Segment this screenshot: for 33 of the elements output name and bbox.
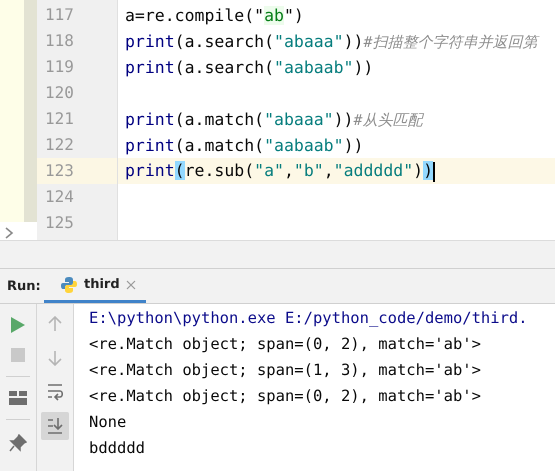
pin-icon[interactable] (9, 434, 27, 452)
run-icon[interactable] (10, 316, 26, 334)
line-number: 123 (37, 158, 117, 184)
python-icon (60, 276, 78, 294)
up-arrow-icon[interactable] (47, 315, 63, 333)
line-number: 117 (44, 4, 75, 26)
console-line: <re.Match object; span=(0, 2), match='ab'> (89, 386, 482, 407)
scroll-to-end-button[interactable] (41, 412, 69, 440)
down-arrow-icon[interactable] (47, 349, 63, 367)
line-number: 122 (44, 134, 75, 156)
code-line: print(re.sub("a","b","addddd")) (125, 161, 436, 182)
line-number: 124 (44, 186, 75, 208)
console-line: None (89, 412, 128, 433)
run-label: Run: (6, 278, 42, 294)
console-line: <re.Match object; span=(1, 3), match='ab'> (89, 360, 482, 381)
line-number: 125 (44, 212, 75, 234)
console-line: bddddd (89, 438, 146, 459)
chevron-right-icon[interactable] (4, 227, 14, 239)
code-line: print(a.search("abaaa"))#扫描整个字符串并返回第 (125, 32, 538, 52)
console-line: E:\python\python.exe E:/python_code/demo/third. (89, 308, 529, 329)
line-number: 120 (44, 82, 75, 104)
line-number: 118 (44, 30, 75, 52)
scroll-to-end-icon[interactable] (47, 417, 63, 435)
code-line: a=re.compile("ab") (125, 6, 304, 26)
line-number: 121 (44, 108, 75, 130)
line-number: 119 (44, 56, 75, 78)
code-line: print(a.match("aabaab")) (125, 136, 364, 156)
console-line: <re.Match object; span=(0, 2), match='ab'> (89, 334, 482, 355)
code-line: print(a.match("abaaa"))#从头匹配 (125, 110, 423, 130)
code-line: print(a.search("aabaab")) (125, 58, 374, 78)
close-icon[interactable] (126, 280, 136, 290)
soft-wrap-icon[interactable] (47, 383, 63, 401)
layout-icon[interactable] (9, 391, 27, 405)
